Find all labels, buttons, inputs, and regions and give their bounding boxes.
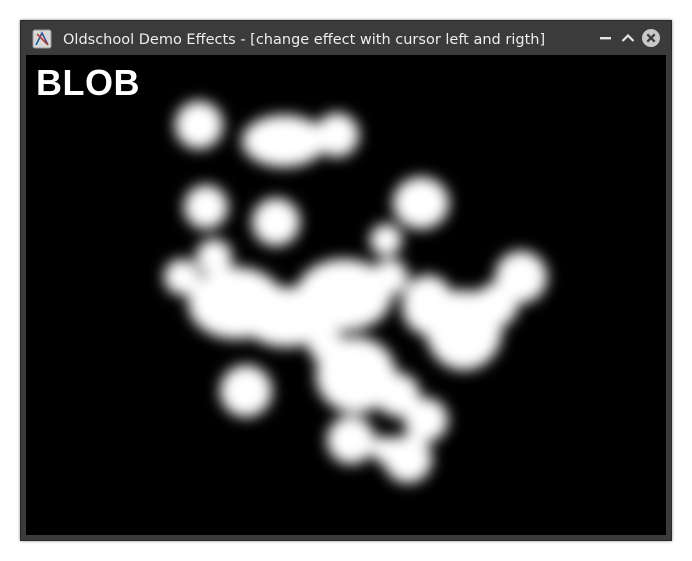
effect-name-label: BLOB: [36, 62, 140, 103]
window-title: Oldschool Demo Effects - [change effect …: [63, 32, 546, 48]
blob-group: [164, 101, 547, 483]
blob: [384, 435, 432, 483]
blob: [252, 198, 300, 246]
blob: [308, 327, 344, 363]
blob-effect: [164, 101, 547, 483]
minimize-icon[interactable]: [596, 28, 616, 48]
app-icon: [32, 29, 52, 49]
blob: [242, 115, 326, 167]
blob: [372, 259, 408, 295]
blob: [474, 283, 518, 327]
blob: [175, 101, 223, 149]
blob: [370, 224, 402, 256]
maximize-icon[interactable]: [618, 28, 638, 48]
blob: [327, 416, 375, 464]
app-window: Oldschool Demo Effects - [change effect …: [20, 20, 672, 541]
demo-canvas[interactable]: BLOB: [26, 55, 666, 535]
blob: [184, 185, 228, 229]
close-icon[interactable]: [641, 28, 661, 48]
blob: [220, 365, 272, 417]
blob: [315, 113, 359, 157]
title-bar[interactable]: Oldschool Demo Effects - [change effect …: [21, 21, 671, 57]
blob: [393, 177, 449, 229]
